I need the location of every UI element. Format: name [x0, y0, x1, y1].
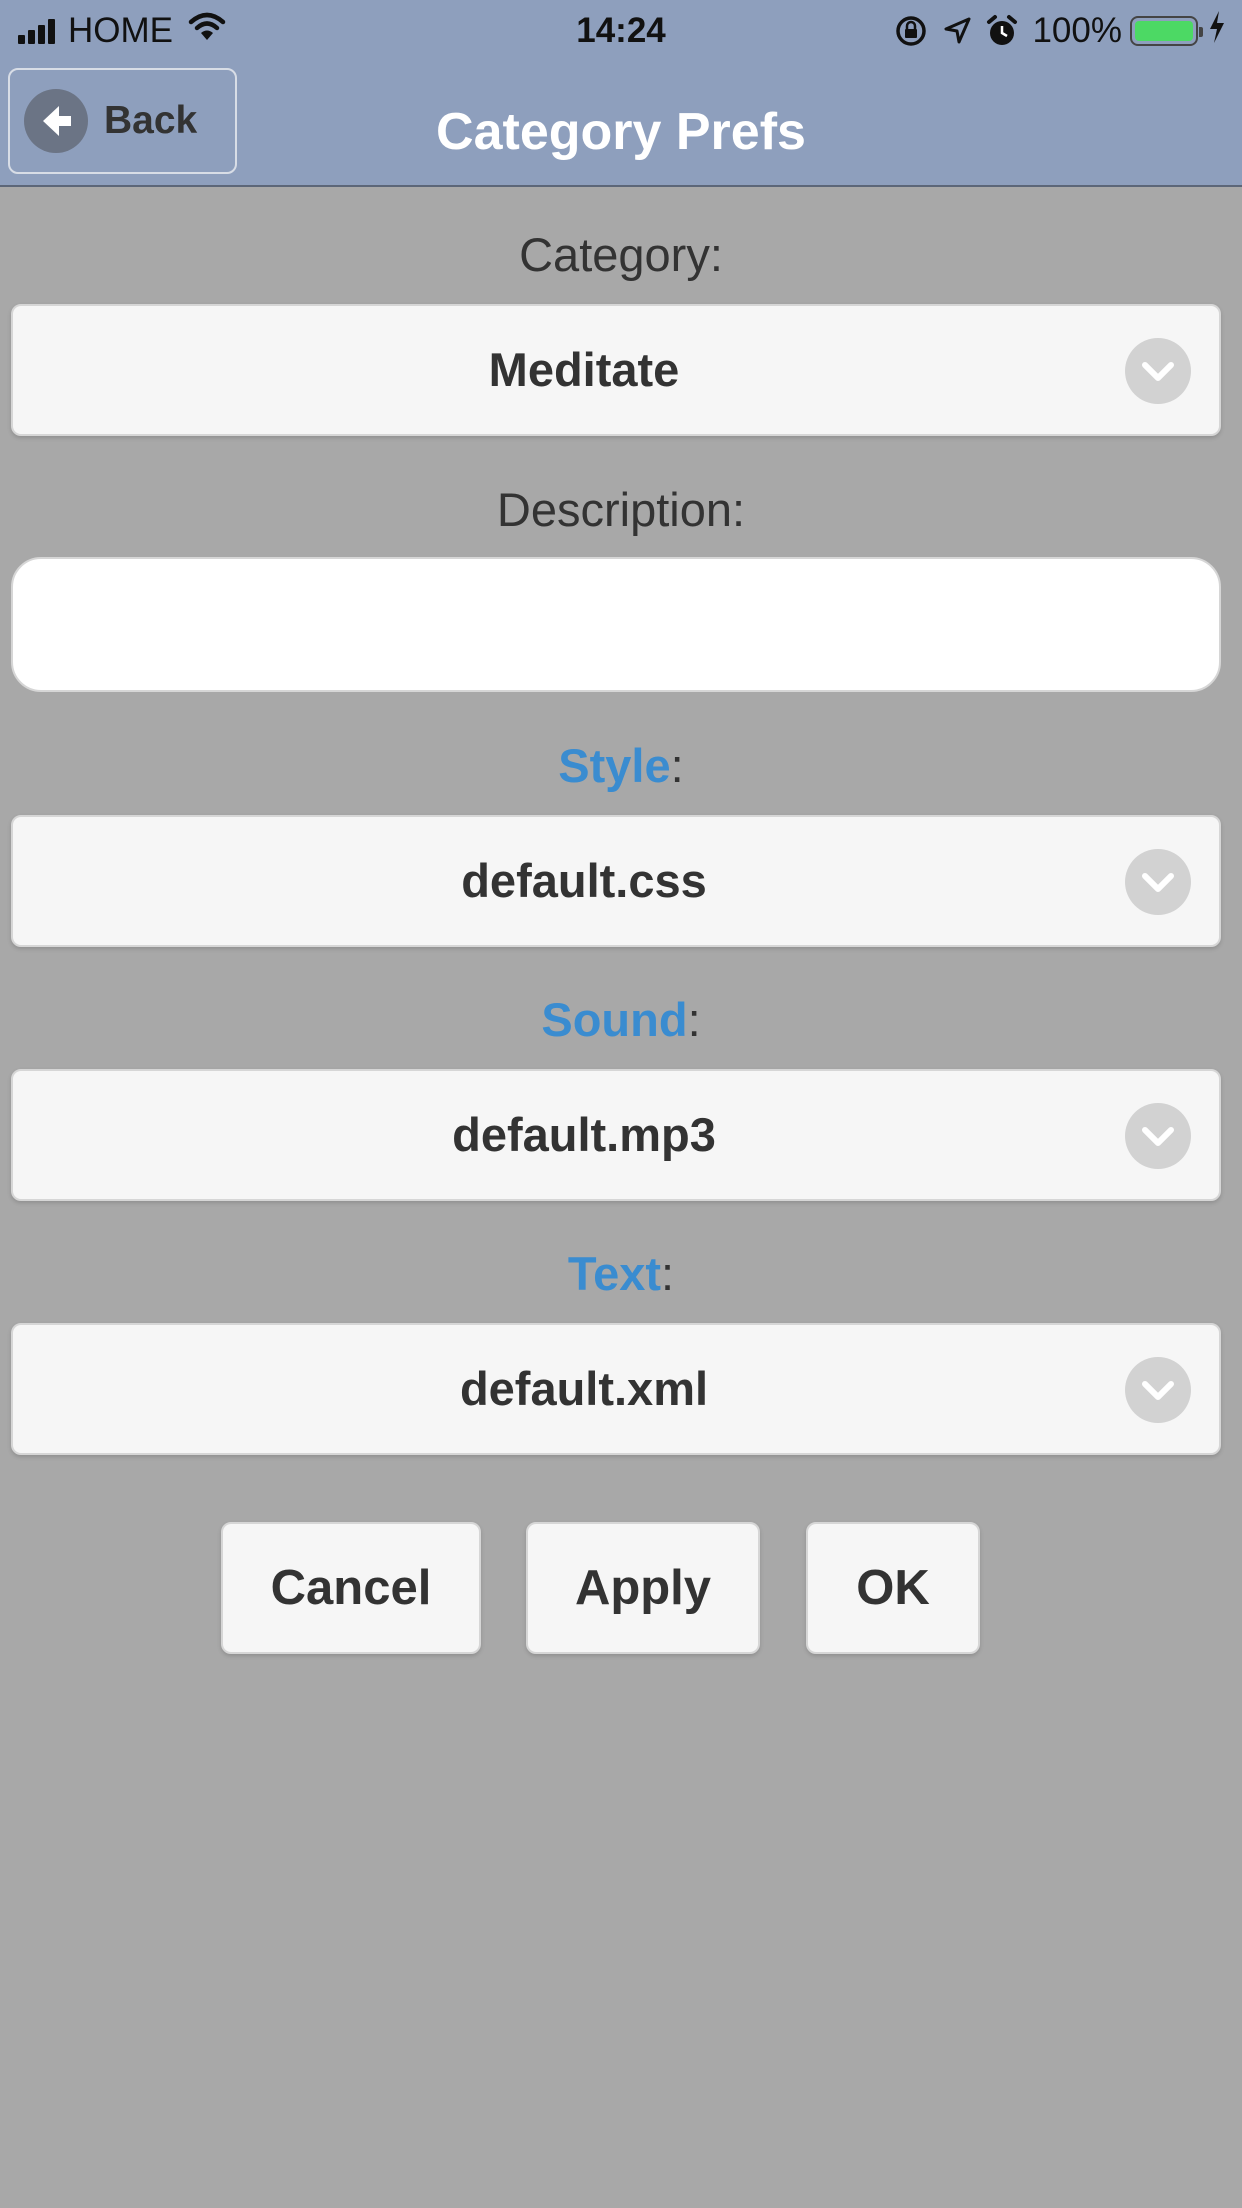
apply-button[interactable]: Apply: [526, 1522, 760, 1654]
text-value: default.xml: [459, 1362, 709, 1415]
description-label: Description:: [496, 483, 746, 536]
status-bar: HOME 14:24 100%: [0, 0, 1242, 62]
chevron-down-icon: [1125, 1357, 1191, 1423]
cancel-button[interactable]: Cancel: [221, 1522, 481, 1654]
status-right: 100%: [894, 10, 1226, 52]
ok-button[interactable]: OK: [806, 1522, 980, 1654]
sound-select[interactable]: default.mp3: [11, 1069, 1221, 1201]
sound-value: default.mp3: [452, 1108, 716, 1161]
sound-label: Sound:: [0, 992, 1242, 1047]
text-label-suffix: :: [661, 1247, 675, 1300]
category-select[interactable]: Meditate: [11, 304, 1221, 436]
style-select[interactable]: default.css: [11, 815, 1221, 947]
charging-icon: [1208, 10, 1226, 53]
battery-fill: [1135, 21, 1193, 41]
style-link[interactable]: Style: [558, 739, 670, 792]
text-link[interactable]: Text: [568, 1247, 661, 1300]
rotation-lock-icon: [894, 14, 928, 48]
chevron-down-icon: [1125, 849, 1191, 915]
text-select[interactable]: default.xml: [11, 1323, 1221, 1455]
battery-percent: 100%: [1032, 11, 1122, 50]
text-label: Text:: [0, 1246, 1242, 1301]
sound-label-suffix: :: [687, 993, 701, 1046]
page-title: Category Prefs: [436, 103, 806, 161]
category-label: Category:: [519, 228, 723, 281]
alarm-icon: [986, 14, 1018, 48]
category-value: Meditate: [488, 343, 680, 396]
top-bar: HOME 14:24 100% Back Category Prefs: [0, 0, 1242, 187]
description-input[interactable]: [11, 557, 1221, 692]
style-label: Style:: [0, 738, 1242, 793]
chevron-down-icon: [1125, 338, 1191, 404]
style-label-suffix: :: [670, 739, 684, 792]
style-value: default.css: [461, 854, 707, 907]
sound-link[interactable]: Sound: [541, 993, 687, 1046]
location-icon: [942, 16, 972, 46]
battery-icon: [1130, 16, 1203, 46]
chevron-down-icon: [1125, 1103, 1191, 1169]
